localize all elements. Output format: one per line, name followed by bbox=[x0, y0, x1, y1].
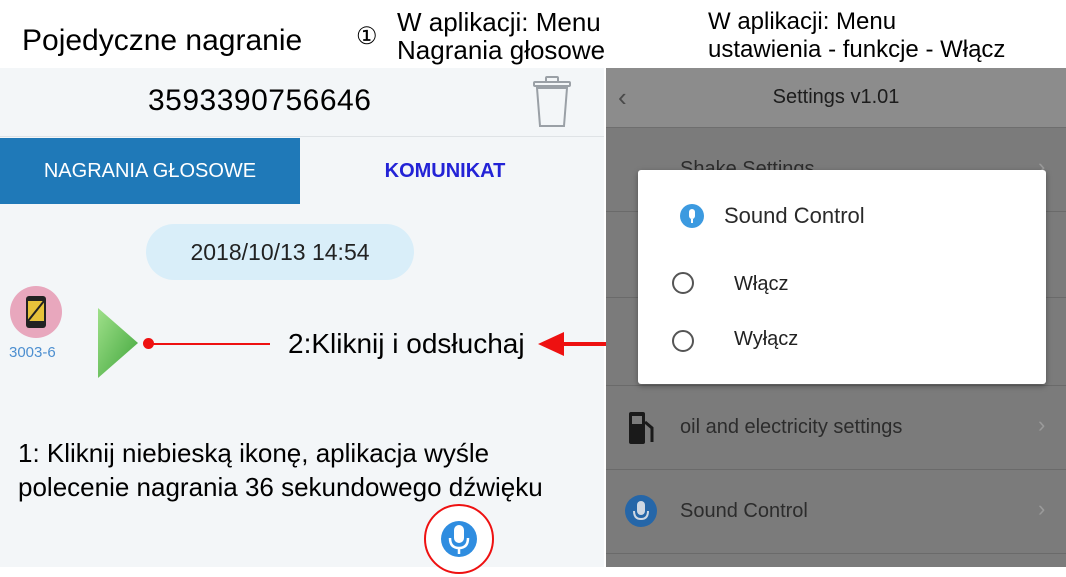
caption-menu-settings-line2: ustawienia - funkcje - Włącz bbox=[708, 36, 1006, 63]
dialog-option-on[interactable]: Włącz bbox=[672, 270, 1012, 302]
dialog-title: Sound Control bbox=[724, 203, 865, 228]
caption-menu-voice: W aplikacji: Menu Nagrania głosowe bbox=[397, 8, 605, 64]
record-button[interactable] bbox=[424, 504, 494, 574]
annotation-arrow-head bbox=[538, 332, 564, 356]
tab-voice-recordings[interactable]: NAGRANIA GŁOSOWE bbox=[0, 138, 300, 204]
caption-menu-settings: W aplikacji: Menu ustawienia - funkcje -… bbox=[708, 8, 1005, 64]
fuel-pump-icon bbox=[629, 412, 654, 444]
trash-icon[interactable] bbox=[530, 76, 574, 128]
play-icon[interactable] bbox=[94, 306, 140, 380]
watch-avatar-icon bbox=[10, 286, 62, 338]
device-label: 3003-6 bbox=[9, 344, 56, 361]
settings-row-oil-electricity[interactable]: oil and electricity settings › bbox=[606, 386, 1066, 470]
header-divider bbox=[0, 136, 604, 137]
caption-step-number: ① bbox=[356, 23, 378, 50]
tab-message[interactable]: KOMUNIKAT bbox=[330, 138, 560, 204]
settings-row-label: Sound Control bbox=[680, 500, 808, 522]
settings-row-label: oil and electricity settings bbox=[680, 416, 903, 438]
radio-button[interactable] bbox=[672, 272, 694, 294]
caption-single-recording: Pojedyczne nagranie bbox=[22, 24, 303, 57]
annotation-line bbox=[150, 343, 270, 345]
option-label: Włącz bbox=[734, 273, 789, 295]
dialog-option-off[interactable]: Wyłącz bbox=[672, 326, 1012, 358]
settings-title: Settings v1.01 bbox=[772, 86, 900, 108]
chevron-right-icon: › bbox=[1038, 496, 1046, 521]
sound-control-icon bbox=[625, 495, 657, 527]
option-label: Wyłącz bbox=[734, 328, 799, 350]
caption-menu-settings-line1: W aplikacji: Menu bbox=[708, 8, 897, 35]
caption-menu-voice-line1: W aplikacji: Menu bbox=[397, 7, 601, 37]
instruction-line-2: polecenie nagrania 36 sekundowego dźwięk… bbox=[18, 472, 543, 502]
chevron-right-icon: › bbox=[1038, 412, 1046, 437]
sound-control-dialog-icon bbox=[680, 204, 704, 228]
radio-button[interactable] bbox=[672, 330, 694, 352]
instruction-line-1: 1: Kliknij niebieską ikonę, aplikacja wy… bbox=[18, 438, 490, 468]
click-and-listen-label: 2:Kliknij i odsłuchaj bbox=[288, 328, 525, 359]
settings-row-sound-control[interactable]: Sound Control › bbox=[606, 470, 1066, 554]
caption-menu-voice-line2: Nagrania głosowe bbox=[397, 35, 606, 65]
phone-number: 3593390756646 bbox=[148, 84, 372, 117]
microphone-icon bbox=[441, 521, 477, 557]
recording-timestamp: 2018/10/13 14:54 bbox=[146, 224, 414, 280]
